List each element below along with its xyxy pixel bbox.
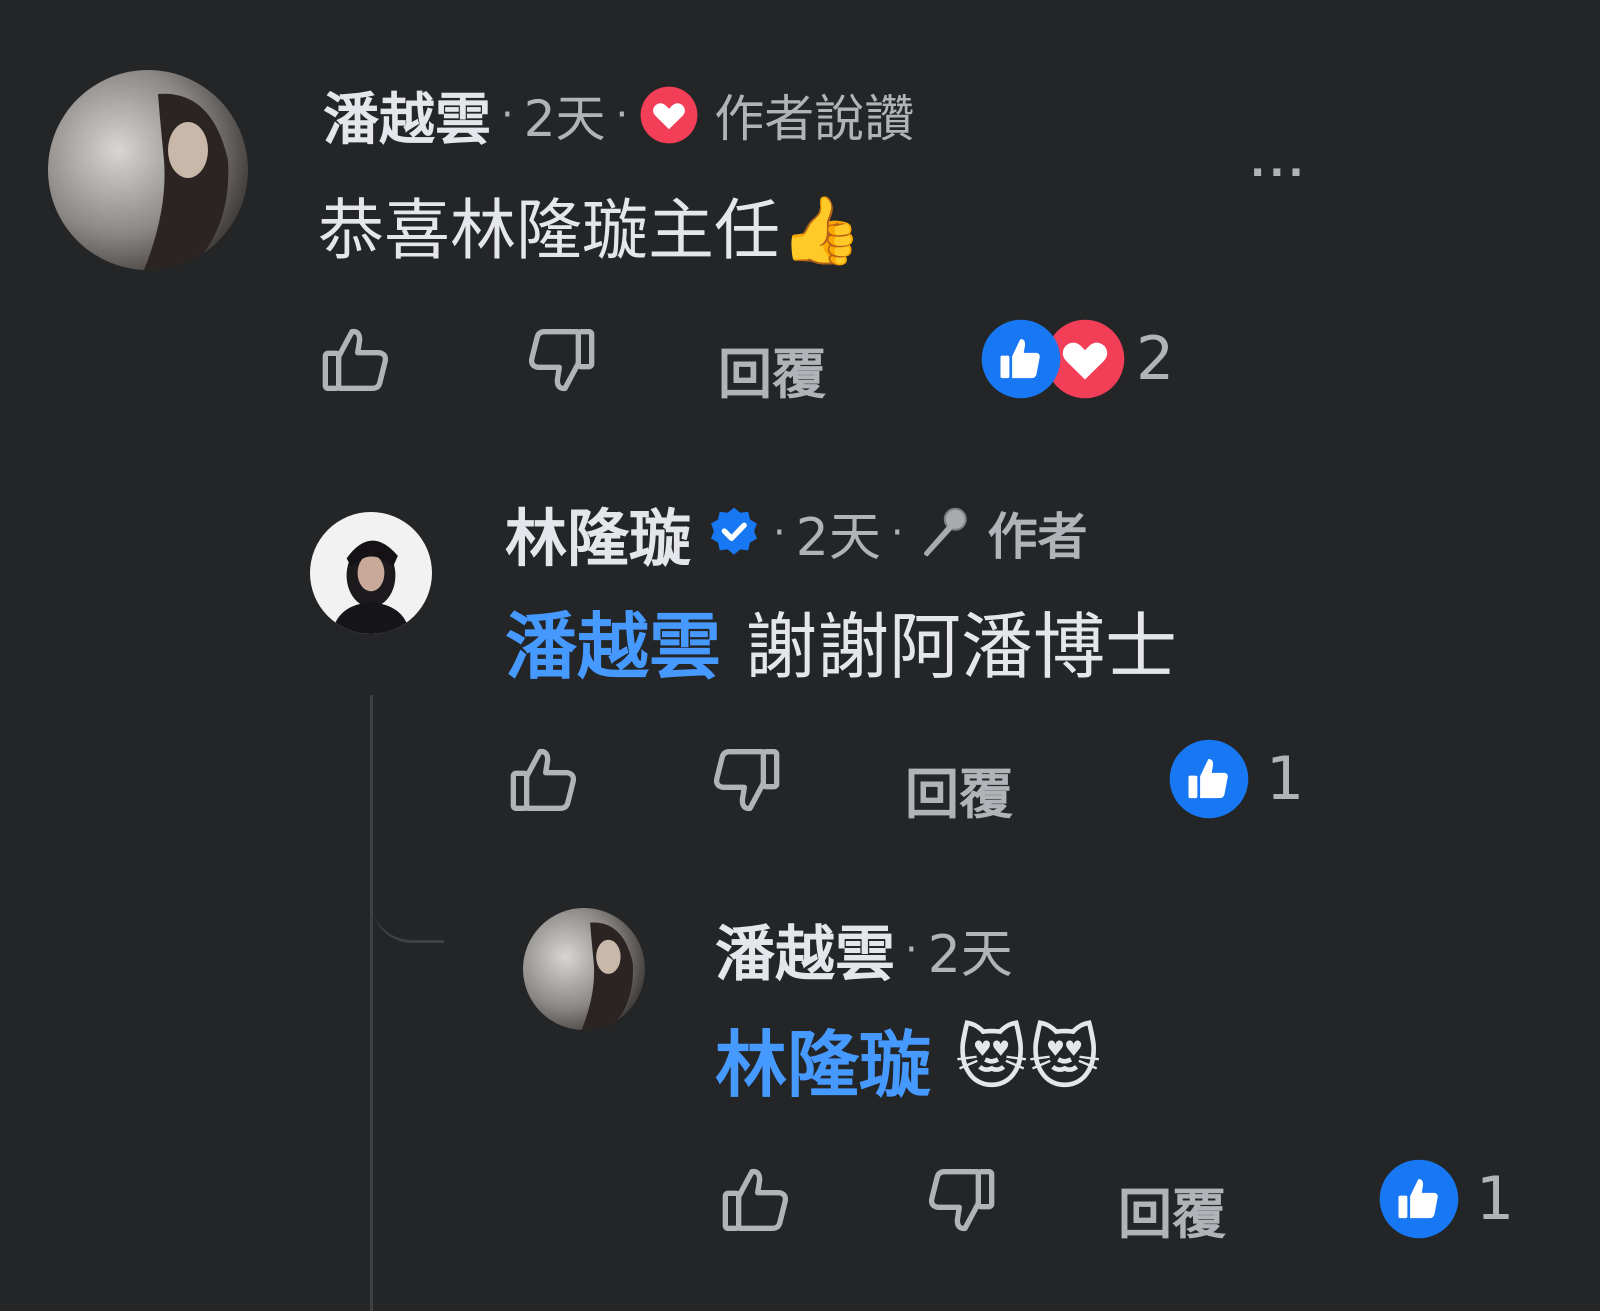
comment-author[interactable]: 林隆璇 (505, 488, 691, 578)
reaction-summary[interactable]: 2 (980, 315, 1174, 403)
thread-branch (372, 880, 444, 943)
like-button[interactable] (312, 315, 402, 405)
comment-time[interactable]: 2天 (796, 495, 881, 570)
dislike-button[interactable] (700, 735, 790, 825)
verified-badge-icon (705, 504, 763, 562)
author-liked-heart-icon (638, 84, 700, 146)
microphone-icon (914, 503, 974, 563)
avatar[interactable] (48, 70, 248, 270)
thumbs-up-outline-icon (722, 1168, 789, 1231)
separator-dot: · (615, 92, 629, 138)
reaction-summary[interactable]: 1 (1168, 735, 1304, 823)
avatar[interactable] (523, 908, 645, 1030)
like-reaction-icon (1379, 1159, 1459, 1239)
dislike-button[interactable] (515, 315, 605, 405)
thumbs-down-outline-icon (528, 328, 595, 392)
comment-text: 😻😻 (955, 1017, 1101, 1099)
reaction-count: 1 (1266, 744, 1305, 814)
mention-link[interactable]: 潘越雲 (505, 588, 721, 693)
reply-button[interactable]: 回覆 (1118, 1170, 1226, 1249)
thread-line (370, 695, 373, 1311)
more-options-button[interactable]: ··· (1250, 150, 1308, 196)
avatar[interactable] (310, 512, 432, 634)
separator-dot: · (890, 509, 904, 556)
reaction-summary[interactable]: 1 (1378, 1155, 1514, 1243)
comment-text: 恭喜林隆璇主任👍 (318, 192, 863, 269)
separator-dot: · (905, 926, 918, 973)
reaction-count: 2 (1136, 324, 1175, 394)
author-badge: 作者 (987, 507, 1088, 566)
comment-text: 謝謝阿潘博士 (745, 604, 1178, 689)
separator-dot: · (773, 509, 786, 556)
like-button[interactable] (712, 1155, 802, 1245)
author-liked-badge: 作者說讚 (714, 90, 915, 148)
thumbs-up-outline-icon (322, 328, 389, 392)
reply-button[interactable]: 回覆 (718, 330, 826, 409)
separator-dot: · (501, 92, 514, 138)
dislike-button[interactable] (915, 1155, 1005, 1245)
reaction-count: 1 (1476, 1164, 1515, 1234)
comment-time[interactable]: 2天 (928, 912, 1013, 987)
comment-author[interactable]: 潘越雲 (715, 906, 895, 993)
like-button[interactable] (500, 735, 590, 825)
thumbs-down-outline-icon (928, 1169, 995, 1232)
like-reaction-icon (981, 319, 1061, 399)
like-reaction-icon (1169, 739, 1249, 819)
reply-button[interactable]: 回覆 (905, 750, 1013, 829)
mention-link[interactable]: 林隆璇 (715, 1006, 931, 1111)
comment-author[interactable]: 潘越雲 (323, 75, 491, 156)
thumbs-up-outline-icon (510, 748, 577, 811)
thumbs-down-outline-icon (713, 749, 780, 812)
comment-time[interactable]: 2天 (524, 79, 606, 151)
